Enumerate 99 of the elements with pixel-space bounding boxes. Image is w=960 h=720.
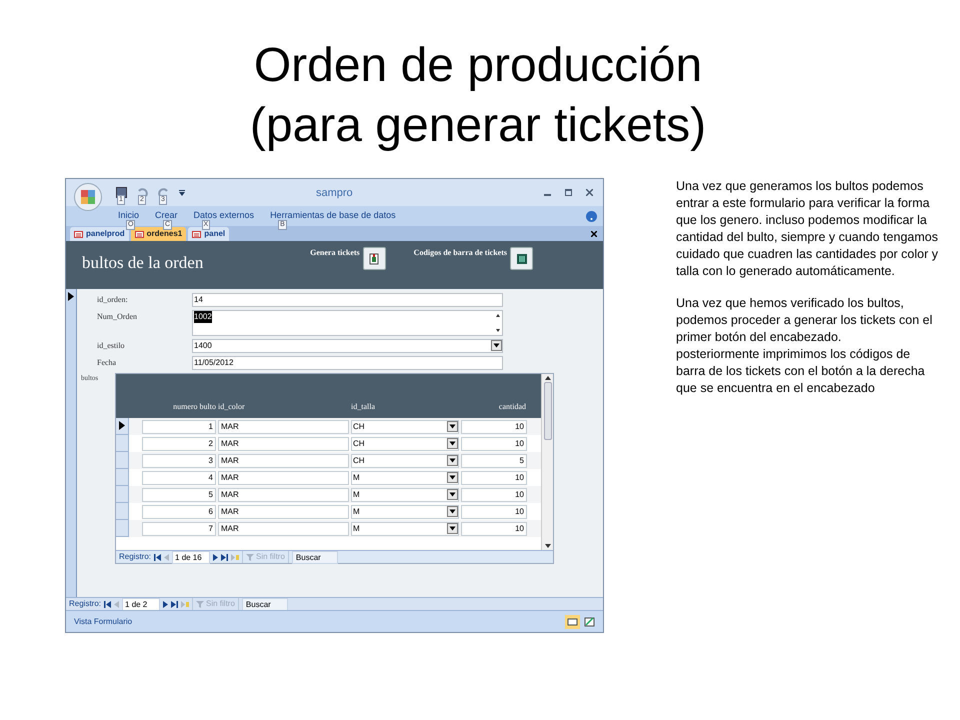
last-record-icon[interactable]: [221, 554, 228, 560]
column-header: numero bulto: [172, 401, 216, 413]
filter-icon: [246, 554, 254, 560]
document-tab[interactable]: panelprod: [70, 227, 129, 241]
vertical-scrollbar[interactable]: [541, 374, 553, 550]
record-pointer-icon: [119, 421, 125, 430]
generate-button[interactable]: [362, 247, 386, 270]
dropdown-button[interactable]: [491, 340, 502, 351]
close-icon[interactable]: [586, 189, 593, 196]
barcode-button[interactable]: [510, 247, 533, 270]
input-field[interactable]: MAR: [218, 436, 349, 450]
first-record-icon[interactable]: [104, 600, 112, 608]
input-field[interactable]: MAR: [218, 504, 349, 518]
dropdown-field[interactable]: 1400: [192, 339, 503, 353]
search-field[interactable]: Buscar: [292, 550, 338, 564]
input-field[interactable]: 5: [142, 488, 216, 502]
button-caption: Codigos de barra de tickets: [414, 247, 507, 259]
column-header: id_talla: [351, 401, 376, 413]
dropdown-field[interactable]: M: [351, 522, 459, 536]
field-label: Num_Orden: [97, 311, 138, 323]
dropdown-field[interactable]: CH: [351, 454, 459, 468]
first-record-icon[interactable]: [154, 554, 162, 560]
slide-title: Orden de producción (para generar tickets): [248, 38, 708, 154]
button-caption: Genera tickets: [310, 247, 360, 259]
dropdown-button[interactable]: [447, 438, 458, 449]
input-field[interactable]: MAR: [218, 420, 349, 434]
scroll-up-icon[interactable]: [544, 374, 550, 382]
navigation-label: Registro:: [119, 551, 152, 563]
next-record-icon[interactable]: [163, 600, 168, 608]
input-field[interactable]: 1002: [192, 310, 503, 336]
next-record-icon[interactable]: [213, 554, 218, 560]
input-field[interactable]: 2: [142, 436, 216, 450]
column-header: cantidad: [498, 401, 527, 413]
input-field[interactable]: 10: [461, 470, 527, 484]
input-field[interactable]: 6: [142, 504, 216, 518]
search-field[interactable]: Buscar: [242, 598, 288, 610]
redo-icon[interactable]: [158, 187, 169, 198]
dropdown-button[interactable]: [447, 421, 458, 432]
document-tab[interactable]: panel: [188, 227, 230, 241]
form-heading: bultos de la orden: [82, 252, 204, 274]
form-view-icon[interactable]: [565, 614, 580, 628]
document-tab[interactable]: ordenes1: [130, 227, 186, 241]
form-icon: [134, 230, 144, 238]
ticket-icon: [368, 252, 380, 264]
scroll-down-icon[interactable]: [544, 542, 550, 550]
note-paragraph: posteriormente imprimimos los códigos de barra de los tickets con el botón a la derecha que se encuentra en el encabezado: [676, 346, 926, 397]
customize-toolbar-icon[interactable]: [179, 190, 185, 196]
input-field[interactable]: 10: [461, 436, 527, 450]
input-field[interactable]: 10: [461, 504, 527, 518]
input-field[interactable]: MAR: [218, 522, 349, 536]
input-field[interactable]: 5: [461, 454, 527, 468]
input-field[interactable]: MAR: [218, 488, 349, 502]
input-field[interactable]: 11/05/2012: [192, 356, 503, 370]
dropdown-button[interactable]: [447, 455, 458, 466]
column-header: id_color: [218, 401, 246, 413]
dropdown-field[interactable]: M: [351, 470, 459, 484]
record-position-field[interactable]: 1 de 16: [172, 550, 210, 564]
input-field[interactable]: 4: [142, 470, 216, 484]
field-label: Fecha: [97, 357, 118, 369]
undo-icon[interactable]: [137, 187, 148, 198]
dropdown-button[interactable]: [447, 489, 458, 500]
help-icon[interactable]: [586, 210, 597, 222]
input-field[interactable]: MAR: [218, 470, 349, 484]
input-field[interactable]: 14: [192, 293, 503, 307]
dropdown-button[interactable]: [447, 506, 458, 517]
note-paragraph: Una vez que generamos los bultos podemos entrar a este formulario para verificar la forma que los genero. incluso podemos modificar la cantidad del bulto, siempre y cuando tengamos cuidado que cuadren las cantidades por color y talla con lo generado automáticamente.: [676, 178, 938, 280]
status-text: Vista Formulario: [74, 616, 132, 628]
close-icon[interactable]: [591, 231, 597, 237]
input-field[interactable]: 10: [461, 488, 527, 502]
input-field[interactable]: 7: [142, 522, 216, 536]
barcode-icon: [516, 254, 526, 264]
navigation-label: Registro:: [69, 598, 102, 610]
office-button[interactable]: [74, 183, 102, 211]
last-record-icon[interactable]: [171, 600, 178, 608]
record-selector[interactable]: [116, 418, 129, 435]
input-field[interactable]: 10: [461, 420, 527, 434]
dropdown-field[interactable]: M: [351, 504, 459, 518]
record-position-field[interactable]: 1 de 2: [122, 598, 160, 610]
window-title: sampro: [316, 186, 353, 201]
dropdown-button[interactable]: [447, 523, 458, 534]
dropdown-field[interactable]: CH: [351, 420, 459, 434]
dropdown-button[interactable]: [447, 472, 458, 483]
dropdown-field[interactable]: M: [351, 488, 459, 502]
field-label: id_orden:: [97, 294, 129, 306]
filter-icon: [196, 600, 204, 608]
input-field[interactable]: MAR: [218, 454, 349, 468]
input-field[interactable]: 3: [142, 454, 216, 468]
office-logo-icon: [81, 190, 95, 204]
maximize-icon[interactable]: [565, 189, 572, 196]
note-paragraph: Una vez que hemos verificado los bultos, podemos proceder a generar los tickets con el primer botón del encabezado.: [676, 295, 934, 346]
input-field[interactable]: 10: [461, 522, 527, 536]
design-view-icon[interactable]: [582, 614, 597, 628]
form-icon: [192, 230, 202, 238]
form-icon: [74, 230, 83, 238]
field-label: id_estilo: [97, 340, 126, 352]
input-field[interactable]: 1: [142, 420, 216, 434]
dropdown-field[interactable]: CH: [351, 436, 459, 450]
record-pointer-icon: [68, 292, 74, 301]
scroll-thumb[interactable]: [544, 382, 552, 440]
